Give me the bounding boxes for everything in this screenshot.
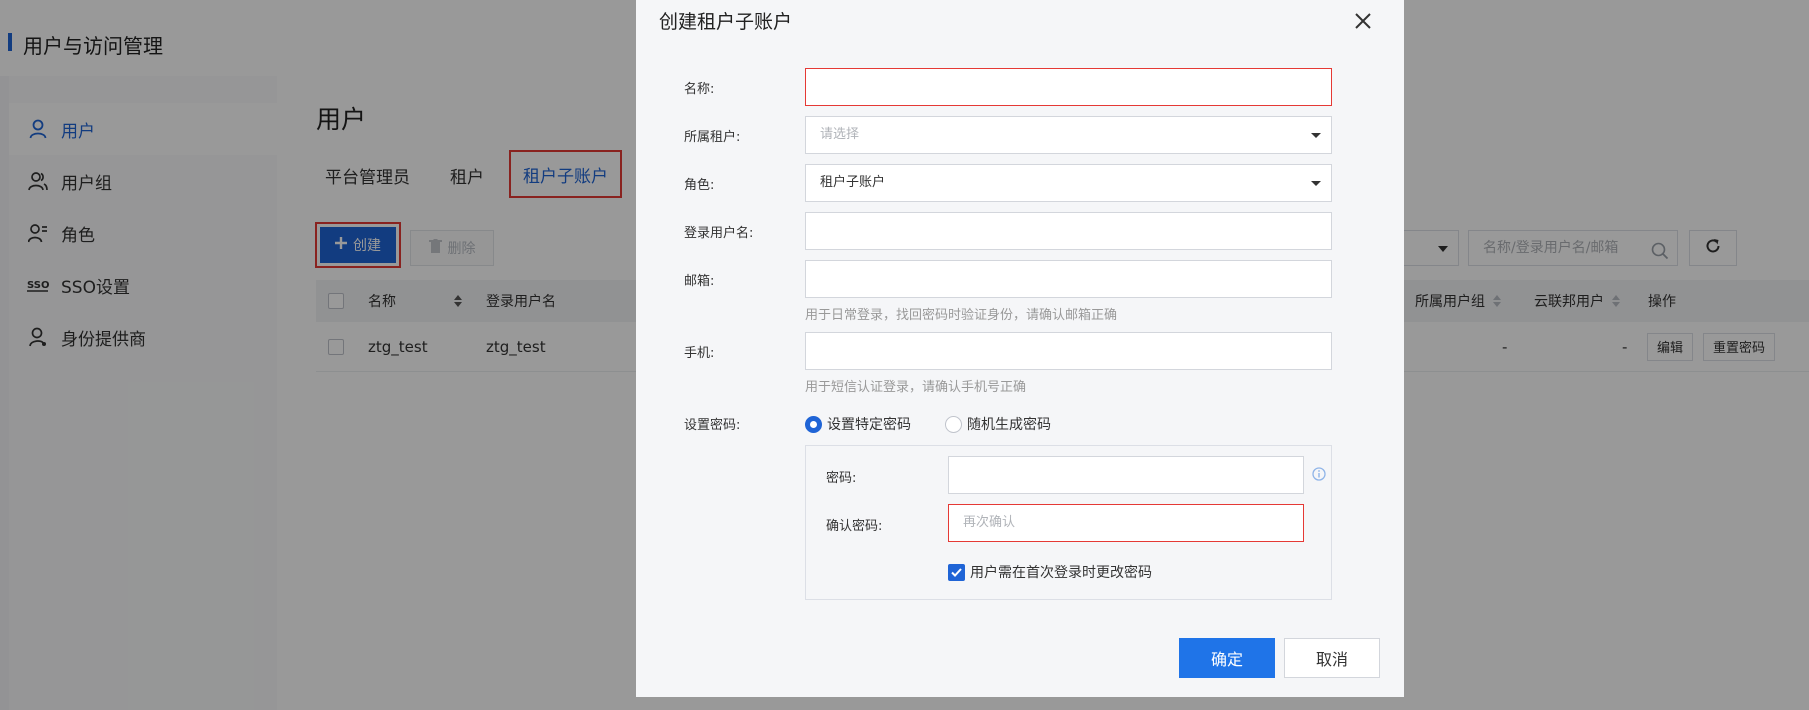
name-input[interactable] (805, 68, 1332, 106)
checkbox-checked-icon[interactable] (948, 563, 965, 581)
login-name-label: 登录用户名: (684, 226, 754, 241)
phone-input[interactable] (805, 332, 1332, 370)
email-label: 邮箱: (684, 274, 715, 289)
create-subaccount-dialog: 创建租户子账户 名称: 所属租户: 请选择 角色: 租户子账户 登录用户名: 邮… (636, 0, 1404, 697)
tenant-label: 所属租户: (684, 130, 741, 145)
password-mode-radio-group: 设置特定密码 随机生成密码 (805, 414, 1085, 434)
role-select[interactable]: 租户子账户 (805, 164, 1332, 202)
password-setting-label: 设置密码: (684, 418, 741, 433)
password-label: 密码: (826, 471, 857, 486)
name-label: 名称: (684, 82, 715, 97)
phone-label: 手机: (684, 346, 715, 361)
password-input[interactable] (948, 456, 1304, 494)
cancel-button[interactable]: 取消 (1284, 638, 1380, 678)
confirm-button[interactable]: 确定 (1179, 638, 1275, 678)
radio-random-password-label[interactable]: 随机生成密码 (967, 414, 1051, 434)
dialog-title: 创建租户子账户 (659, 11, 793, 33)
force-change-password-checkbox[interactable]: 用户需在首次登录时更改密码 (948, 562, 1152, 582)
role-label: 角色: (684, 178, 715, 193)
email-hint: 用于日常登录，找回密码时验证身份，请确认邮箱正确 (805, 308, 1118, 323)
email-input[interactable] (805, 260, 1332, 298)
confirm-password-label: 确认密码: (826, 519, 883, 534)
close-icon[interactable] (1352, 10, 1374, 32)
radio-random-password[interactable] (945, 415, 962, 433)
confirm-password-input[interactable]: 再次确认 (948, 504, 1304, 542)
radio-specific-password-label[interactable]: 设置特定密码 (827, 414, 911, 434)
info-icon[interactable] (1312, 467, 1326, 485)
phone-hint: 用于短信认证登录，请确认手机号正确 (805, 380, 1027, 395)
force-change-password-label: 用户需在首次登录时更改密码 (970, 565, 1152, 581)
login-name-input[interactable] (805, 212, 1332, 250)
password-panel: 密码: 确认密码: 再次确认 用户需在首次登录时更改密码 (805, 445, 1332, 600)
radio-specific-password[interactable] (805, 415, 822, 433)
tenant-select[interactable]: 请选择 (805, 116, 1332, 154)
